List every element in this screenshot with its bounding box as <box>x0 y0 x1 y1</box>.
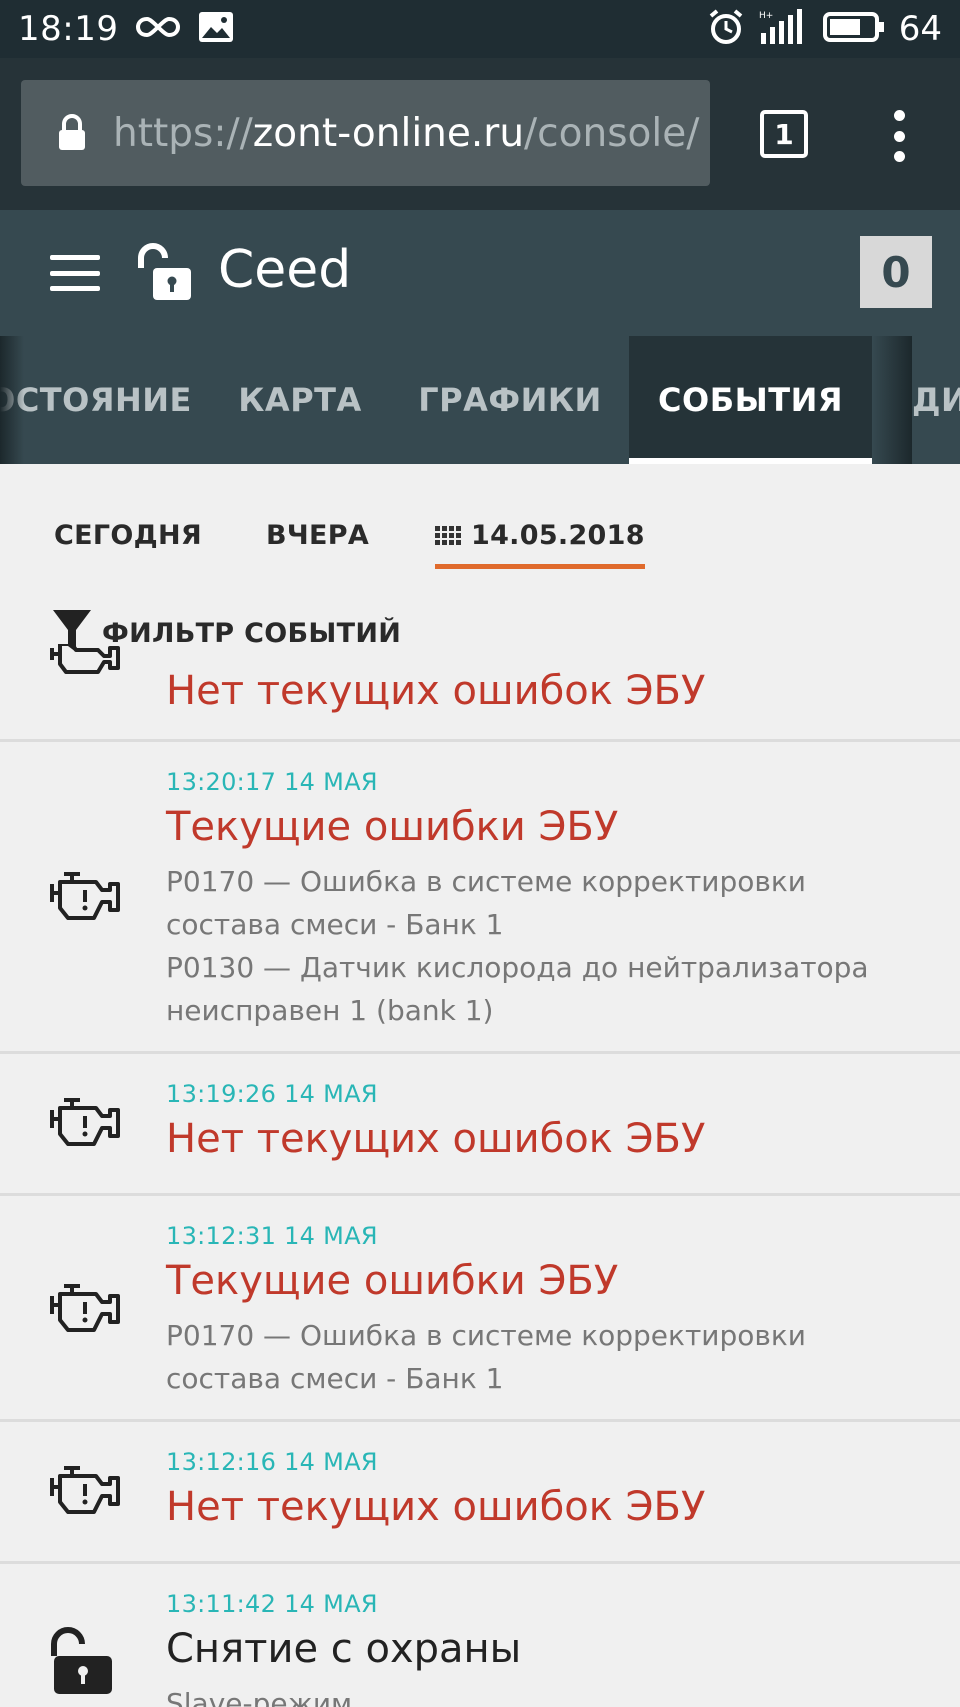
event-description: Slave-режим <box>166 1682 926 1707</box>
more-vert-icon[interactable] <box>884 110 914 162</box>
counter-badge[interactable]: 0 <box>860 236 932 308</box>
event-time: 13:12:31 14 МАЯ <box>166 1222 378 1250</box>
event-title: Нет текущих ошибок ЭБУ <box>166 1484 706 1530</box>
event-title: Снятие с охраны <box>166 1626 522 1672</box>
event-description-line: неисправен 1 (bank 1) <box>166 994 494 1027</box>
date-today-button[interactable]: СЕГОДНЯ <box>54 520 202 551</box>
infinity-icon <box>136 15 181 43</box>
event-title: Нет текущих ошибок ЭБУ <box>166 668 706 714</box>
unlocked-padlock-icon <box>48 1624 118 1702</box>
status-bar: 18:19 H+ 64 <box>0 0 960 58</box>
date-picker-button[interactable]: 14.05.2018 <box>435 520 645 569</box>
url-text: https://zont-online.ru/console/ <box>113 111 699 156</box>
list-item[interactable]: Нет текущих ошибок ЭБУ <box>0 642 960 742</box>
tab-next-label: ДИ <box>912 381 960 419</box>
date-yesterday-button[interactable]: ВЧЕРА <box>266 520 369 551</box>
tab-state[interactable]: СОСТОЯНИЕ <box>0 336 191 464</box>
url-path: /console/ <box>524 110 700 156</box>
svg-text:H+: H+ <box>759 11 773 21</box>
url-prefix: https:// <box>113 110 253 156</box>
event-description-line: состава смеси - Банк 1 <box>166 1362 504 1395</box>
tab-fade-left <box>0 336 24 464</box>
check-engine-icon <box>48 1282 122 1340</box>
event-time: 13:20:17 14 МАЯ <box>166 768 378 796</box>
alarm-icon <box>707 8 745 50</box>
event-description: P0170 — Ошибка в системе корректировки с… <box>166 860 926 1032</box>
tab-map[interactable]: КАРТА <box>220 336 380 464</box>
event-description: P0170 — Ошибка в системе корректировки с… <box>166 1314 926 1400</box>
tab-bar: СОСТОЯНИЕ КАРТА ГРАФИКИ СОБЫТИЯ ДИ <box>0 336 960 464</box>
image-notification-icon <box>198 11 234 47</box>
event-description-line: Slave-режим <box>166 1687 353 1707</box>
check-engine-icon <box>48 1096 122 1154</box>
hamburger-icon[interactable] <box>50 255 100 291</box>
tab-next[interactable]: ДИ <box>912 336 960 464</box>
battery-icon <box>822 11 885 47</box>
tab-charts-label: ГРАФИКИ <box>418 381 602 419</box>
event-time: 13:12:16 14 МАЯ <box>166 1448 378 1476</box>
event-title: Текущие ошибки ЭБУ <box>166 1258 619 1304</box>
url-host: zont-online.ru <box>252 110 525 156</box>
event-time: 13:11:42 14 МАЯ <box>166 1590 378 1618</box>
event-time: 13:19:26 14 МАЯ <box>166 1080 378 1108</box>
page-title: Ceed <box>218 240 352 300</box>
tab-fade-right <box>872 336 912 464</box>
tab-state-label: СОСТОЯНИЕ <box>0 381 192 419</box>
check-engine-icon <box>48 870 122 928</box>
event-filter-label: ФИЛЬТР СОБЫТИЙ <box>102 617 402 649</box>
tab-events-label: СОБЫТИЯ <box>658 381 843 419</box>
tab-count: 1 <box>774 117 794 151</box>
event-title: Текущие ошибки ЭБУ <box>166 804 619 850</box>
calendar-grid-icon <box>435 526 461 545</box>
list-item[interactable]: 13:11:42 14 МАЯ Снятие с охраны Slave-ре… <box>0 1564 960 1707</box>
event-description-line: P0170 — Ошибка в системе корректировки <box>166 865 806 898</box>
event-filter-button[interactable]: ФИЛЬТР СОБЫТИЙ <box>52 608 401 658</box>
selected-date: 14.05.2018 <box>471 520 645 551</box>
status-time: 18:19 <box>18 9 119 49</box>
check-engine-icon <box>48 1464 122 1522</box>
event-title: Нет текущих ошибок ЭБУ <box>166 1116 706 1162</box>
tab-switcher-icon[interactable]: 1 <box>760 110 808 158</box>
signal-icon: H+ <box>759 9 809 49</box>
tab-charts[interactable]: ГРАФИКИ <box>418 336 602 464</box>
list-item[interactable]: 13:12:31 14 МАЯ Текущие ошибки ЭБУ P0170… <box>0 1196 960 1422</box>
url-bar[interactable]: https://zont-online.ru/console/ <box>21 80 710 186</box>
list-item[interactable]: 13:12:16 14 МАЯ Нет текущих ошибок ЭБУ <box>0 1422 960 1564</box>
event-description-line: состава смеси - Банк 1 <box>166 908 504 941</box>
browser-toolbar: https://zont-online.ru/console/ 1 <box>0 58 960 210</box>
funnel-icon <box>52 608 92 658</box>
unlocked-padlock-icon <box>135 240 195 308</box>
battery-percent: 64 <box>898 9 942 49</box>
list-item[interactable]: 13:20:17 14 МАЯ Текущие ошибки ЭБУ P0170… <box>0 742 960 1054</box>
event-description-line: P0130 — Датчик кислорода до нейтрализато… <box>166 951 869 984</box>
list-item[interactable]: 13:19:26 14 МАЯ Нет текущих ошибок ЭБУ <box>0 1054 960 1196</box>
tab-events[interactable]: СОБЫТИЯ <box>629 336 872 464</box>
tab-map-label: КАРТА <box>238 381 362 419</box>
counter-badge-value: 0 <box>881 247 911 297</box>
lock-icon <box>57 114 87 152</box>
event-description-line: P0170 — Ошибка в системе корректировки <box>166 1319 806 1352</box>
app-header: Ceed 0 <box>0 210 960 336</box>
